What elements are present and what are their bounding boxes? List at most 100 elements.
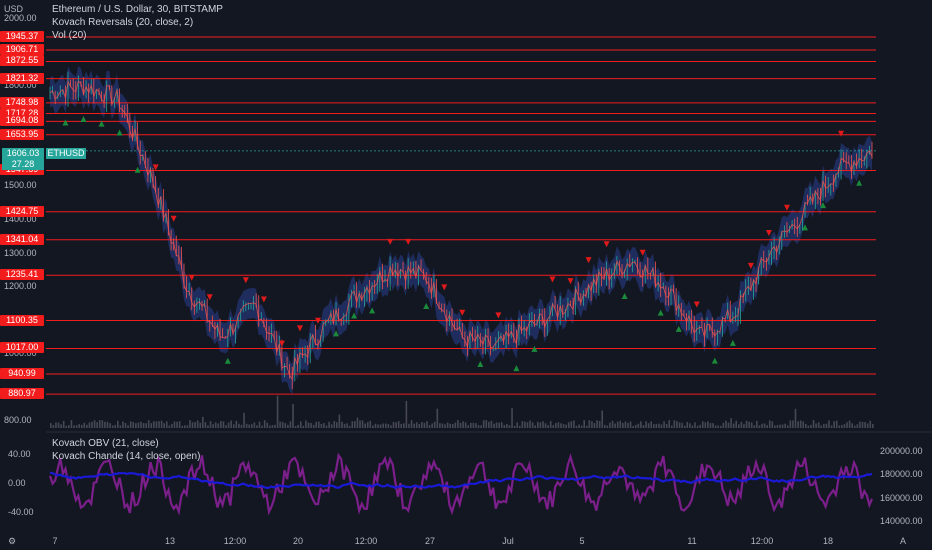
volume-bar [634,424,637,428]
buy-signal [116,129,123,136]
chart-svg[interactable] [0,0,932,550]
volume-bar [431,423,433,428]
volume-bar [807,425,810,428]
chande-tick-label: 40.00 [8,448,31,459]
volume-bar [856,424,859,428]
volume-bar [225,425,227,428]
volume-bar [838,425,841,428]
volume-bar [196,420,199,428]
buy-signal [657,309,664,316]
volume-bar [738,424,740,428]
volume-bar [390,425,392,428]
volume-bar [73,425,75,428]
volume-bar [549,421,552,428]
chart-container[interactable]: Ethereum / U.S. Dollar, 30, BITSTAMP Kov… [0,0,932,550]
volume-bar [781,424,784,428]
volume-bar [284,423,287,428]
settings-gear-icon[interactable]: ⚙ [8,536,16,547]
level-price-tag: 1017.00 [0,342,44,354]
volume-bar [872,423,874,428]
sell-signal [260,296,267,303]
volume-bar [622,422,624,428]
volume-bar [750,422,753,428]
volume-bar [609,422,611,428]
volume-bar [287,424,289,428]
volume-bar [846,422,848,428]
volume-bar [593,423,596,428]
sell-signal [585,257,592,264]
volume-bar [859,421,861,428]
level-price-tag: 1872.55 [0,55,44,67]
price-tick-label: 1500.00 [4,180,37,191]
volume-bar [869,420,872,428]
volume-bar [348,425,351,428]
volume-bar [266,422,269,428]
volume-bar [722,422,725,428]
volume-bar [346,423,348,428]
sell-signal [441,284,448,291]
volume-bar [68,425,70,428]
volume-bar [562,424,565,428]
volume-bar [748,421,750,428]
sell-signal [206,294,213,301]
volume-bar [503,425,506,428]
volume-bar [614,423,616,428]
volume-bar [96,422,98,428]
volume-bar [83,422,86,428]
volume-bar [320,423,323,428]
sell-signal [693,301,700,308]
volume-bar [165,421,168,428]
sell-signal [567,278,574,285]
indicator-obv-label[interactable]: Kovach OBV (21, close) [52,438,159,449]
volume-bar [585,425,588,428]
volume-bar [410,420,413,428]
buy-signal [513,365,520,372]
indicator-chande-label[interactable]: Kovach Chande (14, close, open) [52,451,200,462]
obv-tick-label: 200000.00 [880,445,923,456]
sell-signal [296,325,303,332]
volume-bar [271,425,274,428]
level-price-tag: 1235.41 [0,269,44,281]
volume-bar [866,423,869,428]
volume-bar [678,422,681,428]
sell-signal [405,238,412,245]
volume-bar [560,423,562,428]
price-bands [50,66,872,395]
volume-bar [658,423,660,428]
volume-bar [372,425,374,428]
volume-bar [258,421,261,428]
volume-bar [418,423,421,428]
volume-bars [50,395,874,428]
volume-bar [140,421,142,428]
chande-line [48,452,874,516]
volume-bar [500,422,503,428]
symbol-title[interactable]: Ethereum / U.S. Dollar, 30, BITSTAMP [52,4,223,15]
volume-bar [810,424,812,428]
volume-bar [361,420,364,428]
volume-bar [150,423,153,428]
indicator-vol-label[interactable]: Vol (20) [52,30,86,41]
volume-bar [171,423,173,428]
volume-bar [784,423,786,428]
volume-bar [567,422,570,428]
volume-bar [281,421,284,428]
volume-bar [70,420,73,428]
volume-bar [91,421,93,428]
volume-bar [243,412,245,428]
volume-bar [330,424,333,428]
volume-bar [756,420,758,428]
volume-bar [511,408,513,428]
time-tick-label: 5 [579,536,585,546]
level-price-tag: 1821.32 [0,72,44,84]
indicator-reversals-label[interactable]: Kovach Reversals (20, close, 2) [52,17,193,28]
price-tick-label: 800.00 [4,415,32,426]
time-tick-label: 13 [164,536,176,546]
auto-scale-button[interactable]: A [900,536,906,546]
volume-bar [397,421,400,428]
volume-bar [789,420,792,428]
sell-signal [765,229,772,236]
volume-bar [704,422,707,428]
volume-bar [591,421,593,428]
volume-bar [495,422,498,428]
volume-bar [366,422,369,428]
